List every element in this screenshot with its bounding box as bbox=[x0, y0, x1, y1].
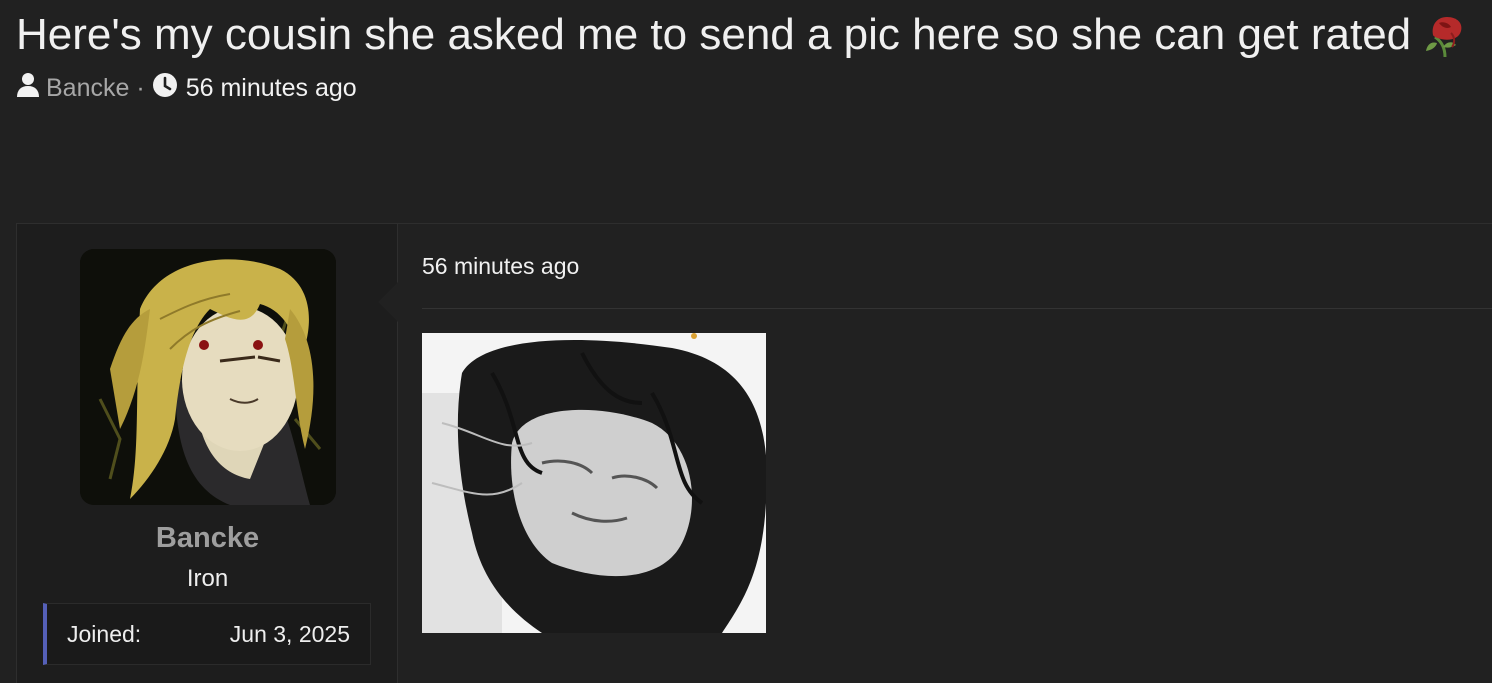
avatar[interactable] bbox=[80, 249, 336, 505]
thread-header: Here's my cousin she asked me to send a … bbox=[16, 8, 1486, 105]
wilted-rose-icon bbox=[1423, 11, 1467, 59]
post-date-link[interactable]: 56 minutes ago bbox=[422, 253, 579, 280]
post-image-attachment[interactable] bbox=[422, 333, 766, 633]
user-panel-arrow bbox=[378, 282, 398, 322]
thread-meta: Bancke · 56 minutes ago bbox=[16, 72, 1486, 105]
joined-label: Joined: bbox=[67, 620, 142, 647]
thread-author-link[interactable]: Bancke bbox=[46, 74, 129, 103]
user-rank: Iron bbox=[186, 565, 229, 592]
post-username-link[interactable]: Bancke bbox=[17, 522, 398, 555]
joined-value: Jun 3, 2025 bbox=[229, 620, 350, 647]
post-divider bbox=[422, 308, 1492, 309]
user-icon bbox=[16, 72, 40, 105]
post-main: 56 minutes ago bbox=[398, 224, 1492, 683]
thread-time-link[interactable]: 56 minutes ago bbox=[186, 74, 357, 103]
post: Bancke Iron Joined: Jun 3, 2025 56 minut… bbox=[16, 223, 1492, 683]
clock-icon bbox=[152, 72, 178, 105]
thread-title-text: Here's my cousin she asked me to send a … bbox=[16, 10, 1412, 59]
meta-separator: · bbox=[136, 74, 145, 102]
post-user-panel: Bancke Iron Joined: Jun 3, 2025 bbox=[17, 224, 398, 683]
thread-title: Here's my cousin she asked me to send a … bbox=[16, 8, 1486, 62]
